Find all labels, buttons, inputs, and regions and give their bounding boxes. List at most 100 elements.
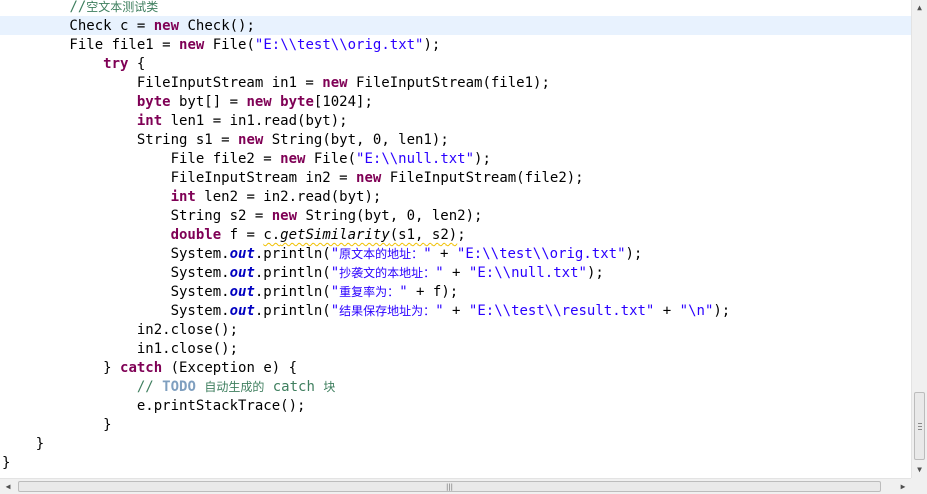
horizontal-scroll-thumb[interactable]: ||| [18,481,881,492]
code-token: Check(); [179,18,255,34]
code-token: int [170,189,196,205]
code-token: ); [474,151,491,167]
code-line: e.printStackTrace(); [2,397,306,416]
code-token: + [443,265,469,281]
code-token: 抄袭文的本地址： [339,266,436,280]
code-token: FileInputStream(file1); [347,75,550,91]
code-line: } [2,435,44,454]
code-token: String(byt, 0, len2); [297,208,483,224]
horizontal-scrollbar[interactable]: ◀ ||| ▶ [0,478,911,494]
scroll-up-arrow-icon[interactable]: ▲ [912,0,927,16]
code-token: " [435,303,444,319]
code-line: //空文本测试类 [2,0,158,17]
code-token: System. [2,303,230,319]
code-token: "E:\\test\\orig.txt" [456,246,626,262]
code-token: catch [264,379,324,395]
code-token: + [443,303,469,319]
code-token: " [435,265,444,281]
code-token: " [330,303,340,319]
code-token: } [2,436,45,452]
code-token: new [153,18,180,34]
code-token: Check [2,18,121,34]
code-token: getSimilarity [280,227,390,243]
code-line: Check c = new Check(); [2,17,255,36]
code-token: ; [457,227,466,243]
scrollbar-corner [911,478,927,494]
code-line: double f = c.getSimilarity(s1, s2); [2,226,466,245]
code-token: .println( [254,265,331,281]
code-token: TODO [162,379,196,395]
code-token: byte [280,94,314,110]
code-token: new [322,75,348,91]
scroll-down-arrow-icon[interactable]: ▼ [912,462,927,478]
code-token: // [136,379,163,395]
code-token: = [153,37,180,53]
code-token: f = [221,227,264,243]
code-token: int [136,113,163,129]
code-token: new [356,170,382,186]
code-token: new [246,94,272,110]
code-token: "E:\\null.txt" [356,151,475,167]
code-token: " [399,284,408,300]
code-token: 结果保存地址为： [339,304,436,318]
code-token: 空文本测试类 [86,0,159,14]
code-token: } [2,417,112,433]
code-line: System.out.println("重复率为：" + f); [2,283,459,302]
code-token: byt[] = [170,94,247,110]
code-token: FileInputStream in1 = [2,75,323,91]
vertical-scroll-thumb[interactable] [914,392,925,460]
code-token: new [280,151,306,167]
code-token: new [179,37,205,53]
grip-line [918,429,922,430]
code-token: " [330,265,340,281]
code-line: System.out.println("原文本的地址：" + "E:\\test… [2,245,643,264]
code-token: FileInputStream in2 = [2,170,357,186]
code-line: File file1 = new File("E:\\test\\orig.tx… [2,36,440,55]
code-line: } [2,416,112,435]
code-token: len1 = in1.read(byt); [162,113,348,129]
code-line: // TODO 自动生成的 catch 块 [2,378,336,397]
vertical-scrollbar[interactable]: ▲ ▼ [911,0,927,478]
code-token: System. [2,265,230,281]
code-line: System.out.println("抄袭文的本地址：" + "E:\\nul… [2,264,604,283]
code-token: len2 = in2.read(byt); [195,189,382,205]
code-editor[interactable]: //空文本测试类 Check c = new Check(); File fil… [0,0,911,478]
code-token: file1 [111,37,154,53]
code-token: File [2,37,112,53]
code-token: e.printStackTrace(); [2,398,306,414]
code-token: "E:\\test\\result.txt" [468,303,655,319]
code-token: new [238,132,264,148]
code-token: c. [263,227,281,243]
code-line: byte byt[] = new byte[1024]; [2,93,373,112]
code-line: FileInputStream in2 = new FileInputStrea… [2,169,584,188]
code-token: 块 [323,380,336,394]
code-token: String(byt, 0, len1); [263,132,449,148]
code-line: } catch (Exception e) { [2,359,297,378]
code-token: } [2,360,121,376]
code-line: in2.close(); [2,321,238,340]
code-token: System. [2,284,230,300]
code-token: String s2 = [2,208,272,224]
code-token: .println( [254,246,331,262]
code-line: in1.close(); [2,340,238,359]
code-token: byte [136,94,171,110]
code-line: int len1 = in1.read(byt); [2,112,348,131]
code-line: String s2 = new String(byt, 0, len2); [2,207,483,226]
code-token: + [431,246,457,262]
code-token: 自动生成的 [204,380,265,394]
code-token: ); [586,265,604,281]
code-token: out [229,246,255,262]
code-line: FileInputStream in1 = new FileInputStrea… [2,74,550,93]
code-token: + [654,303,680,319]
scroll-right-arrow-icon[interactable]: ▶ [895,479,911,494]
code-token: System. [2,246,230,262]
code-token: out [229,303,255,319]
code-token: " [330,246,340,262]
scroll-left-arrow-icon[interactable]: ◀ [0,479,16,494]
code-token: ); [625,246,643,262]
